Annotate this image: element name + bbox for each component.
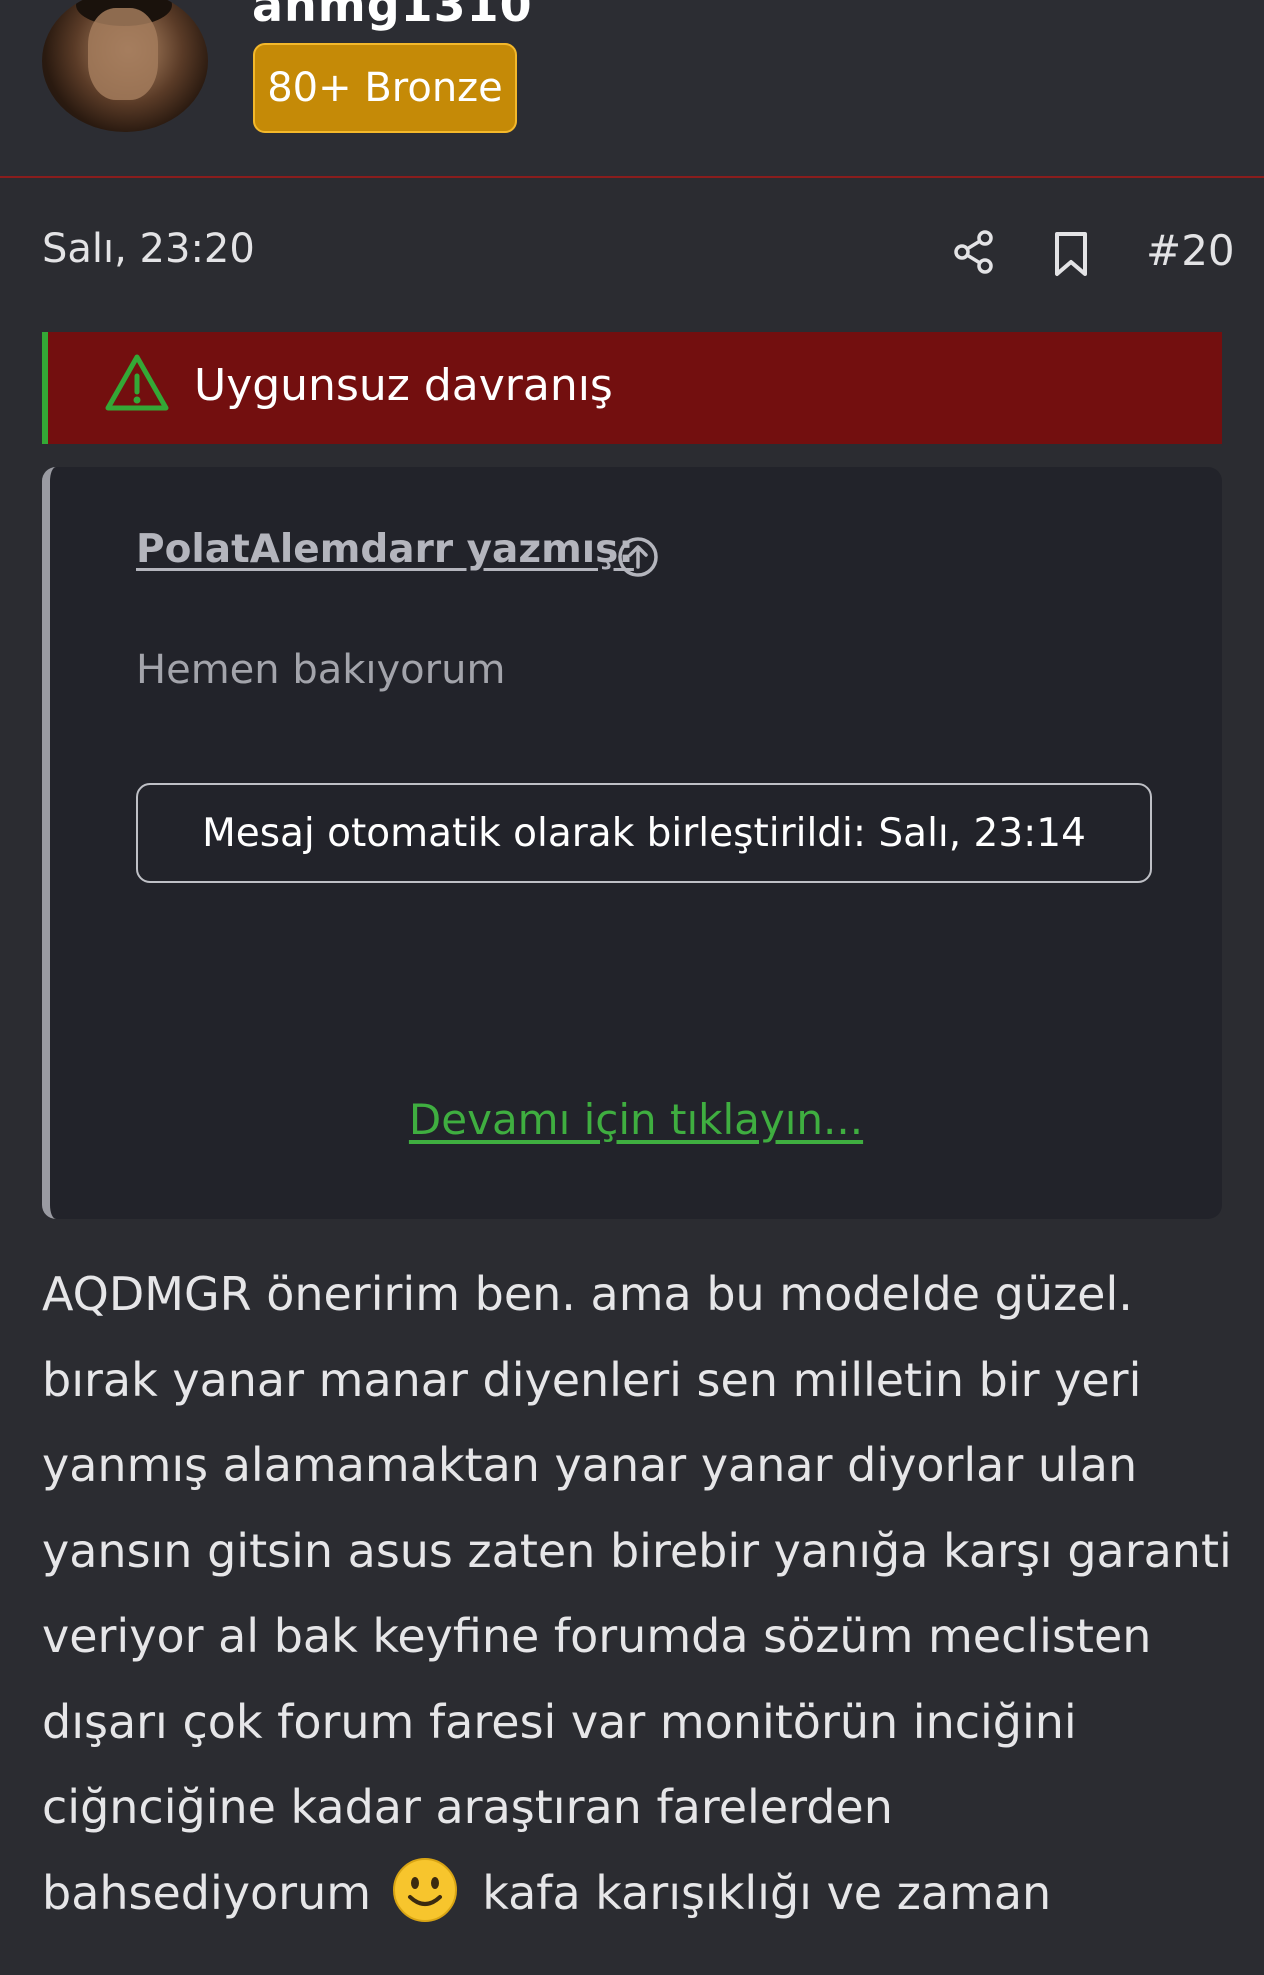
expand-quote-link[interactable]: Devamı için tıklayın... (50, 1095, 1222, 1144)
post-body-line: bırak yanar manar diyenleri sen milletin… (42, 1352, 1142, 1407)
quote-author-link[interactable]: PolatAlemdarr yazmış: (136, 527, 634, 572)
merge-notice: Mesaj otomatik olarak birleştirildi: Sal… (136, 783, 1152, 883)
quote-text: Hemen bakıyorum (136, 647, 506, 693)
share-icon[interactable] (952, 228, 996, 276)
bookmark-icon[interactable] (1051, 230, 1091, 278)
post-body-line: AQDMGR öneririm ben. ama bu modelde güze… (42, 1267, 1133, 1321)
slightly-smiling-face-icon (392, 1858, 457, 1922)
post-body: AQDMGR öneririm ben. ama bu modelde güze… (42, 1252, 1232, 1936)
user-rank-badge: 80+ Bronze (253, 43, 517, 133)
post-timestamp[interactable]: Salı, 23:20 (42, 226, 255, 272)
post-body-line: ciğnciğine kadar araştıran farelerden (42, 1780, 893, 1834)
post-body-line-with-emoji: bahsediyorum kafa karışıklığı ve zaman (42, 1851, 1232, 1937)
post-body-line: veriyor al bak keyfine forumda sözüm mec… (42, 1609, 1152, 1663)
warning-triangle-icon (105, 354, 169, 411)
post-body-text: bahsediyorum (42, 1865, 372, 1920)
warning-banner: Uygunsuz davranış (42, 332, 1222, 444)
avatar[interactable] (42, 0, 208, 132)
post-author-header: ahmg1310 80+ Bronze (0, 0, 1264, 178)
post-number-link[interactable]: #20 (1146, 226, 1235, 275)
arrow-up-circle-icon[interactable] (616, 535, 660, 579)
post-body-line: yanmış alamamaktan yanar yanar diyorlar … (42, 1438, 1138, 1492)
post-body-line: yansın gitsin asus zaten birebir yanığa … (42, 1523, 1232, 1578)
post-body-line: dışarı çok forum faresi var monitörün in… (42, 1694, 1077, 1749)
warning-text: Uygunsuz davranış (194, 360, 613, 411)
username[interactable]: ahmg1310 (252, 0, 533, 32)
avatar-face (88, 8, 158, 100)
quote-block: PolatAlemdarr yazmış: Hemen bakıyorum Me… (42, 467, 1222, 1219)
post-body-text: kafa karışıklığı ve zaman (482, 1865, 1052, 1920)
